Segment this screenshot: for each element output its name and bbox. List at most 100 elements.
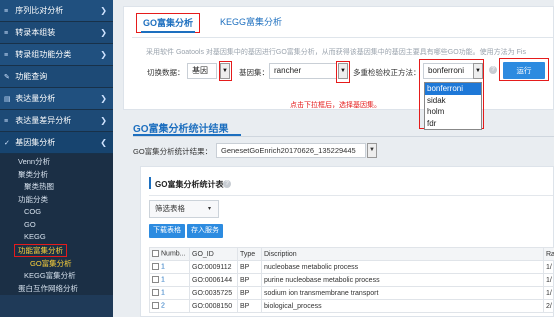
option-bonferroni[interactable]: bonferroni	[425, 83, 481, 95]
chevron-right-icon: ❯	[100, 28, 107, 37]
nav-label: 序列比对分析	[15, 6, 64, 15]
cell-type: BP	[237, 286, 262, 300]
results-title: GO富集分析统计结果	[133, 124, 229, 135]
option-sidak[interactable]: sidak	[425, 95, 481, 107]
subitem-cog[interactable]: COG	[0, 206, 113, 219]
subitem-enrichment[interactable]: 功能富集分析	[14, 243, 67, 257]
table-header-row: Numb... GO_ID Type Discription Ra	[149, 247, 554, 261]
chevron-right-icon: ❯	[100, 50, 107, 59]
geneset-select[interactable]: rancher	[269, 63, 337, 79]
row-checkbox[interactable]	[152, 289, 159, 297]
cell-ratio: 2/	[543, 299, 554, 313]
geneset-label: 基因集：	[239, 68, 269, 77]
row-number: 1	[161, 263, 165, 271]
edit-icon: ✎	[4, 74, 10, 81]
input-data-label: 切换数据：	[147, 68, 185, 77]
cell-go-id: GO:0006144	[189, 273, 238, 287]
help-icon[interactable]: ?	[489, 66, 497, 74]
nav-item-sequence-alignment[interactable]: ≡ 序列比对分析 ❯	[0, 0, 113, 22]
row-number: 1	[161, 289, 165, 297]
row-number: 2	[161, 302, 165, 310]
input-data-select[interactable]: 基因	[187, 63, 217, 79]
row-checkbox[interactable]	[152, 302, 159, 310]
table-icon: ▤	[4, 96, 11, 103]
cell-type: BP	[237, 260, 262, 274]
subitem-go[interactable]: GO	[0, 219, 113, 232]
check-icon: ✓	[4, 140, 10, 147]
download-table-button[interactable]: 下载表格	[149, 224, 185, 238]
table-title: GO富集分析统计表	[155, 180, 224, 189]
cell-description: sodium ion transmembrane transport	[261, 286, 544, 300]
nav-item-geneset-analysis[interactable]: ✓ 基因集分析 ❮	[0, 132, 113, 154]
menu-icon: ≡	[4, 30, 9, 37]
highlight-box	[219, 61, 232, 81]
subitem-kegg[interactable]: KEGG	[0, 231, 113, 244]
filter-table-dropdown[interactable]: 筛选表格 ▾	[149, 200, 219, 218]
subitem-kegg-enrichment[interactable]: KEGG富集分析	[0, 270, 113, 283]
filter-label: 筛选表格	[155, 204, 185, 213]
table-card-divider	[149, 195, 553, 196]
table-row[interactable]: 2 GO:0008150 BP biological_process 2/	[149, 299, 554, 313]
menu-icon: ≡	[4, 118, 9, 125]
subitem-heatmap[interactable]: 聚类热图	[0, 181, 113, 194]
header-type[interactable]: Type	[237, 247, 262, 261]
nav-item-transcript-assembly[interactable]: ≡ 转录本组装 ❯	[0, 22, 113, 44]
analysis-form: 切换数据： 基因 ▼ 基因集： rancher ▼ 多重检验校正方法： bonf…	[147, 58, 554, 129]
row-checkbox[interactable]	[152, 263, 159, 271]
cell-description: biological_process	[261, 299, 544, 313]
table-row[interactable]: 1 GO:0035725 BP sodium ion transmembrane…	[149, 286, 554, 300]
select-all-checkbox[interactable]	[152, 250, 159, 258]
option-holm[interactable]: holm	[425, 106, 481, 118]
row-checkbox[interactable]	[152, 276, 159, 284]
cell-type: BP	[237, 273, 262, 287]
chevron-right-icon: ❯	[100, 94, 107, 103]
nav-label: 表达量分析	[15, 94, 56, 103]
subitem-cluster[interactable]: 聚类分析	[0, 169, 113, 182]
subitem-go-enrichment[interactable]: GO富集分析	[0, 258, 113, 271]
tab-kegg-enrichment[interactable]: KEGG富集分析	[214, 13, 288, 33]
nav-label: 转录本组装	[15, 28, 56, 37]
header-ratio[interactable]: Ra	[543, 247, 554, 261]
description-text: 采用软件 Goatools 对基因集中的基因进行GO富集分析，从而获得该基因集中…	[146, 49, 526, 56]
header-go-id[interactable]: GO_ID	[189, 247, 238, 261]
results-table: Numb... GO_ID Type Discription Ra 1 GO:0…	[149, 247, 554, 313]
subitem-venn[interactable]: Venn分析	[0, 156, 113, 169]
correction-options-list: bonferroni sidak holm fdr	[424, 82, 482, 130]
subitem-ppi-network[interactable]: 蛋白互作网络分析	[0, 283, 113, 296]
cell-description: purine nucleobase metabolic process	[261, 273, 544, 287]
save-to-server-button[interactable]: 存入服务	[187, 224, 223, 238]
chevron-right-icon: ❯	[100, 116, 107, 125]
result-dropdown-icon[interactable]: ▼	[367, 143, 377, 158]
result-select-label: GO富集分析统计结果：	[133, 147, 213, 156]
header-number[interactable]: Numb...	[149, 247, 190, 261]
results-divider	[133, 136, 554, 137]
nav-item-function-classification[interactable]: ≡ 转录组功能分类 ❯	[0, 44, 113, 66]
correction-label: 多重检验校正方法：	[353, 68, 421, 77]
table-row[interactable]: 1 GO:0006144 BP purine nucleobase metabo…	[149, 273, 554, 287]
caret-down-icon: ▾	[207, 206, 211, 212]
nav-item-expression-analysis[interactable]: ▤ 表达量分析 ❯	[0, 88, 113, 110]
option-fdr[interactable]: fdr	[425, 118, 481, 130]
highlight-box	[499, 58, 549, 81]
cell-go-id: GO:0008150	[189, 299, 238, 313]
annotation-note: 点击下拉框后，选择基因集。	[290, 102, 381, 109]
nav-label: 功能查询	[15, 72, 48, 81]
nav-item-differential-expression[interactable]: ≡ 表达量差异分析 ❯	[0, 110, 113, 132]
table-row[interactable]: 1 GO:0009112 BP nucleobase metabolic pro…	[149, 260, 554, 274]
subitem-function-class[interactable]: 功能分类	[0, 194, 113, 207]
result-select[interactable]: GenesetGoEnrich20170626_135229445	[216, 143, 366, 158]
info-icon[interactable]: ?	[223, 180, 231, 188]
header-description[interactable]: Discription	[261, 247, 544, 261]
chevron-right-icon: ❯	[100, 6, 107, 15]
tab-divider	[132, 37, 553, 38]
highlight-box	[336, 61, 350, 83]
tab-go-enrichment[interactable]: GO富集分析	[136, 13, 201, 33]
cell-ratio: 1/	[543, 273, 554, 287]
nav-item-function-query[interactable]: ✎ 功能查询	[0, 66, 113, 88]
nav-label: 表达量差异分析	[15, 116, 72, 125]
geneset-submenu: Venn分析 聚类分析 聚类热图 功能分类 COG GO KEGG 功能富集分析…	[0, 154, 113, 295]
cell-ratio: 1/	[543, 286, 554, 300]
row-number: 1	[161, 276, 165, 284]
cell-description: nucleobase metabolic process	[261, 260, 544, 274]
sidebar: ≡ 序列比对分析 ❯ ≡ 转录本组装 ❯ ≡ 转录组功能分类 ❯ ✎ 功能查询 …	[0, 0, 113, 317]
